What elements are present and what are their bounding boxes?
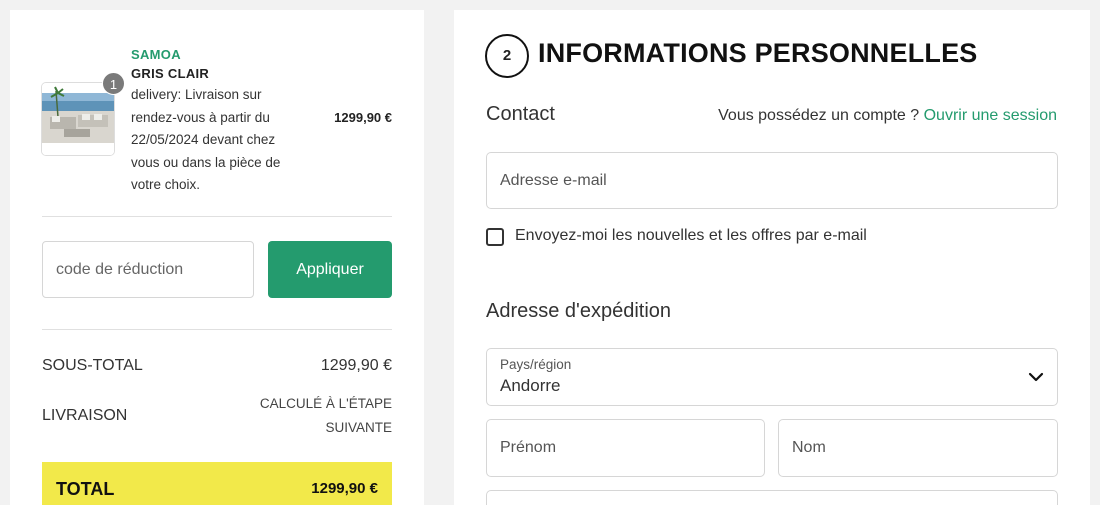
total-label: TOTAL — [56, 479, 115, 499]
country-select[interactable]: Pays/région Andorre — [486, 348, 1058, 406]
personal-info-panel: 2 INFORMATIONS PERSONNELLES Contact Vous… — [454, 10, 1090, 505]
product-name: SAMOA — [131, 47, 181, 62]
divider — [42, 329, 392, 330]
newsletter-label: Envoyez-moi les nouvelles et les offres … — [515, 227, 867, 244]
step-number: 2 — [485, 34, 529, 78]
product-thumbnail — [41, 82, 115, 156]
chevron-down-icon — [1028, 372, 1044, 382]
divider — [42, 216, 392, 217]
order-summary-panel: 1 SAMOA GRIS CLAIR delivery: Livraison s… — [10, 10, 424, 505]
product-variant: GRIS CLAIR — [131, 66, 210, 81]
shipping-heading: Adresse d'expédition — [486, 300, 672, 322]
subtotal-label: SOUS-TOTAL — [42, 357, 143, 374]
country-label: Pays/région — [500, 357, 572, 372]
email-field[interactable]: Adresse e-mail — [486, 152, 1058, 209]
shipping-value: CALCULÉ À L'ÉTAPE SUIVANTE — [259, 396, 392, 435]
discount-code-input[interactable] — [42, 241, 254, 298]
outdoor-sofa-image — [42, 83, 114, 155]
last-name-field[interactable]: Nom — [778, 419, 1058, 477]
product-price: 1299,90 € — [334, 110, 392, 125]
last-name-placeholder: Nom — [792, 439, 826, 456]
account-question: Vous possédez un compte ? — [718, 107, 920, 124]
section-title: INFORMATIONS PERSONNELLES — [538, 38, 978, 68]
shipping-label: LIVRAISON — [42, 407, 128, 424]
contact-heading: Contact — [486, 103, 555, 125]
total-bar: TOTAL 1299,90 € — [42, 462, 392, 505]
quantity-badge: 1 — [102, 72, 125, 95]
address-field[interactable] — [486, 490, 1058, 505]
email-placeholder: Adresse e-mail — [500, 171, 607, 189]
subtotal-value: 1299,90 € — [320, 357, 392, 374]
account-prompt: Vous possédez un compte ? Ouvrir une ses… — [718, 107, 1057, 125]
newsletter-checkbox[interactable] — [486, 228, 504, 246]
login-link[interactable]: Ouvrir une session — [924, 107, 1057, 124]
first-name-field[interactable]: Prénom — [486, 419, 765, 477]
total-value: 1299,90 € — [311, 480, 378, 497]
delivery-note: delivery: Livraison sur rendez-vous à pa… — [131, 87, 281, 192]
apply-discount-button[interactable]: Appliquer — [268, 241, 392, 298]
country-value: Andorre — [500, 376, 561, 395]
first-name-placeholder: Prénom — [500, 439, 557, 456]
